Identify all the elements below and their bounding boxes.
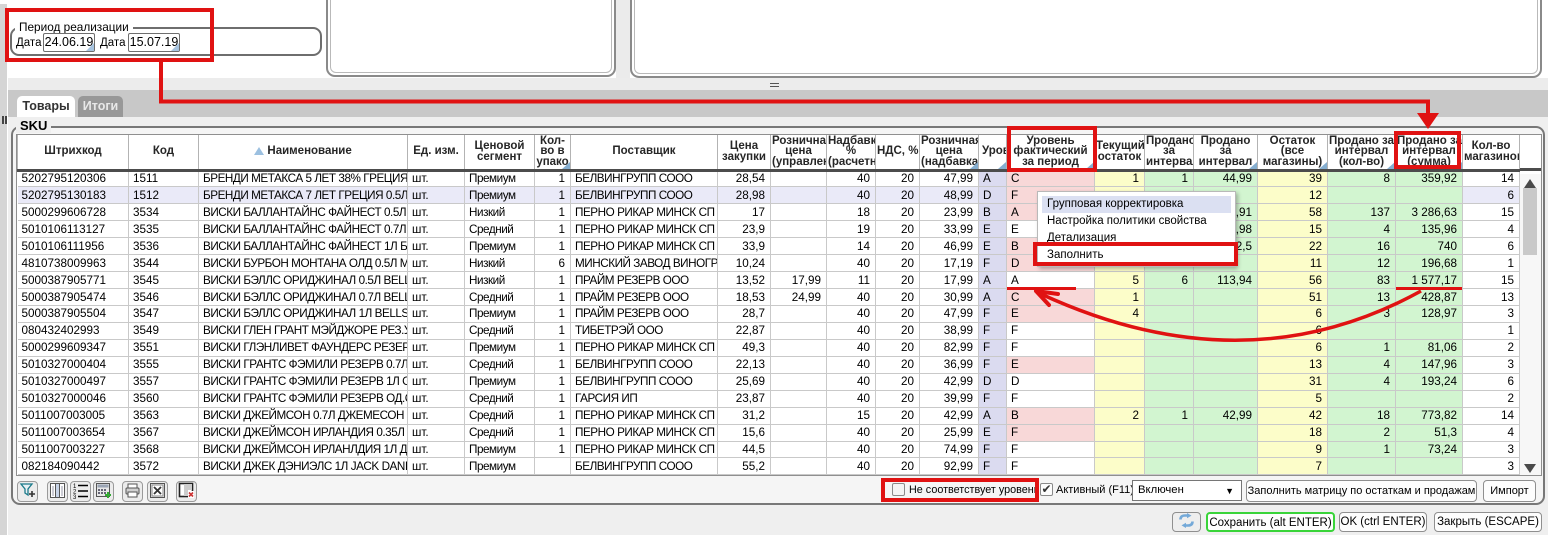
svg-text:3: 3: [73, 495, 77, 499]
